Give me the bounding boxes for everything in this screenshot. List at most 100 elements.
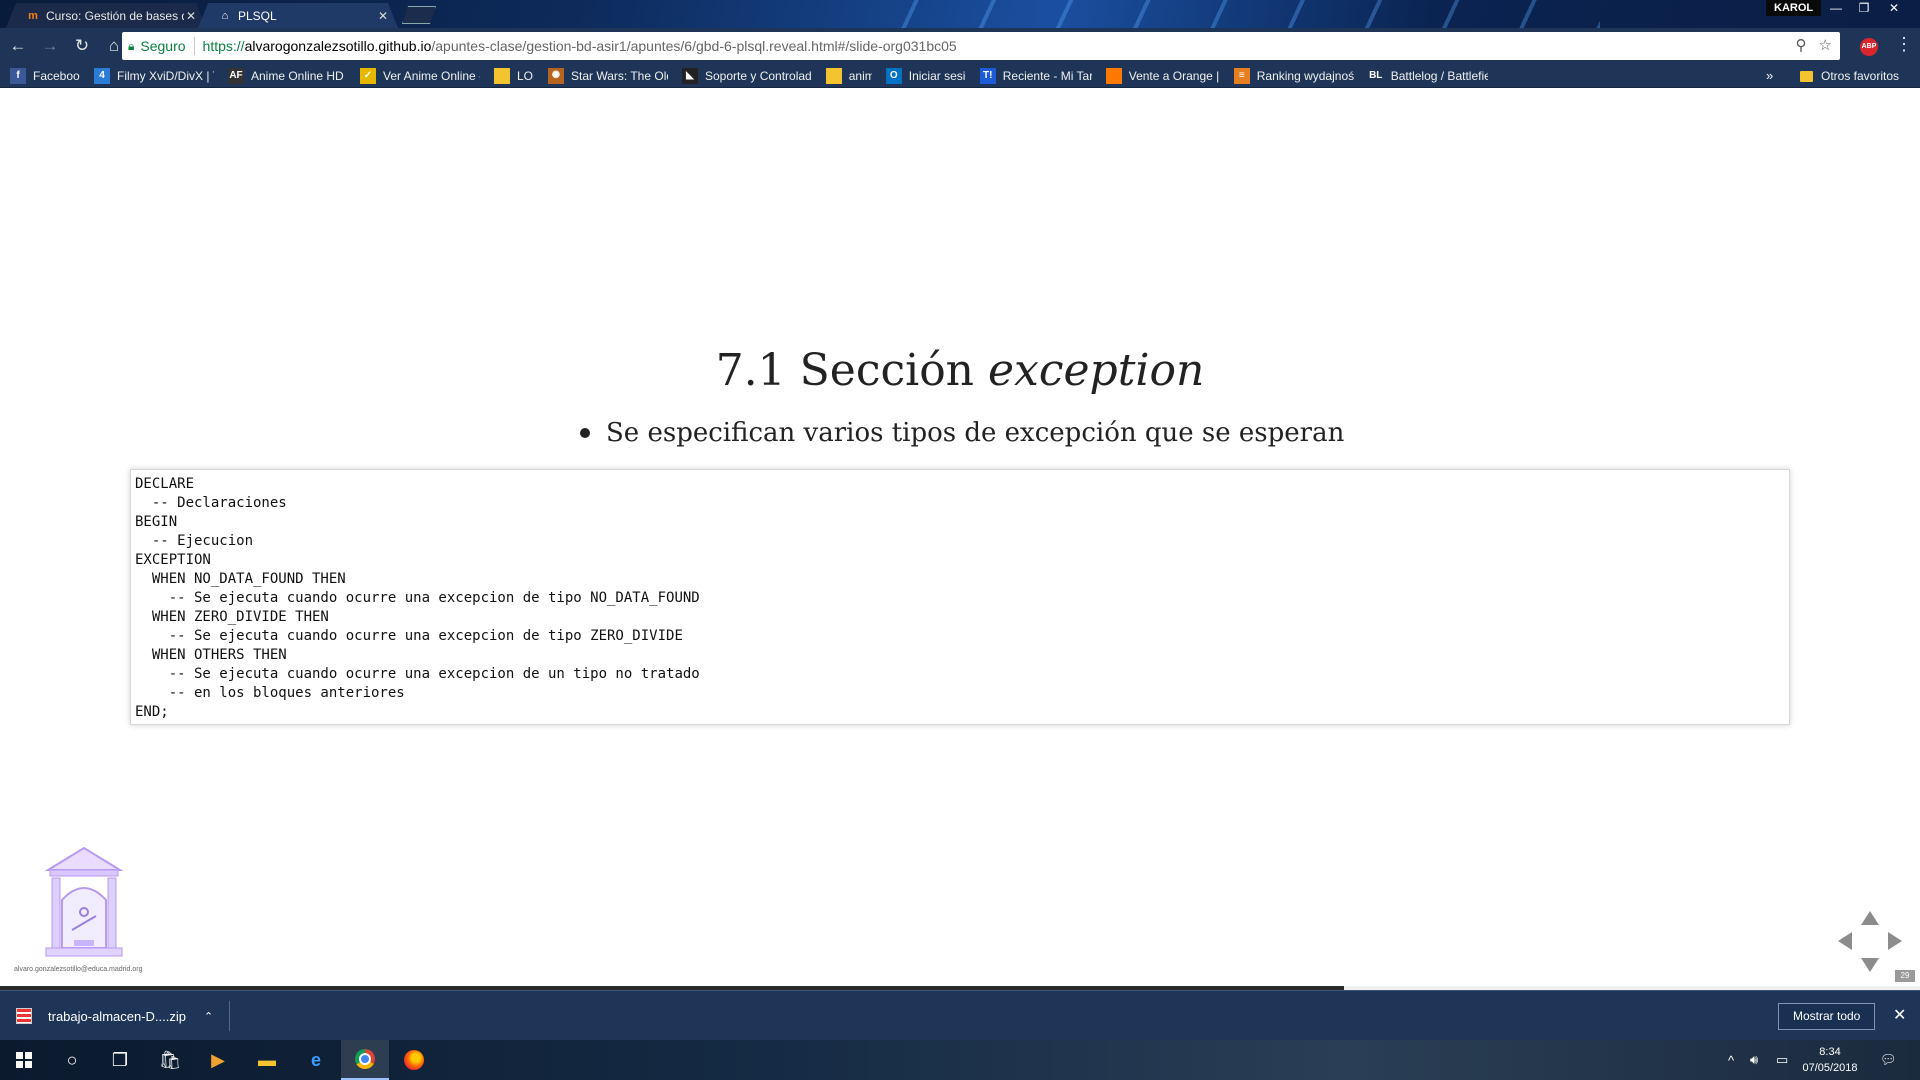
code-line: DECLARE — [135, 476, 195, 492]
new-tab-button[interactable] — [402, 6, 436, 24]
chrome-icon — [355, 1049, 375, 1069]
bookmark-label: Soporte y Controlad — [705, 68, 812, 83]
navigate-up-icon[interactable] — [1861, 911, 1879, 925]
bookmark-item[interactable]: T! Reciente - Mi Taring — [979, 67, 1092, 84]
address-bar[interactable]: 🔒︎ Seguro https://alvarogonzalezsotillo.… — [122, 32, 1840, 60]
code-line: BEGIN — [135, 514, 178, 530]
navigate-right-icon[interactable] — [1888, 932, 1902, 950]
browser-toolbar: ← → ↻ ⌂ 🔒︎ Seguro https://alvarogonzalez… — [0, 28, 1920, 64]
search-button[interactable]: ○ — [48, 1040, 96, 1080]
filmy-icon: 4 — [94, 67, 110, 84]
tab-plsql[interactable]: ⌂ PLSQL ✕ — [198, 3, 398, 28]
clock-date: 07/05/2018 — [1802, 1062, 1858, 1074]
show-all-downloads-button[interactable]: Mostrar todo — [1778, 1003, 1876, 1030]
task-view-button[interactable]: ❐ — [96, 1040, 144, 1080]
media-app[interactable]: ▶ — [194, 1040, 242, 1080]
task-view-icon: ❐ — [111, 1049, 129, 1070]
close-tab-icon[interactable]: ✕ — [376, 9, 390, 23]
bookmark-item[interactable]: O Iniciar sesión — [885, 67, 966, 84]
edge-icon: e — [310, 1049, 321, 1070]
download-file-name: trabajo-almacen-D....zip — [48, 1008, 186, 1024]
bookmark-item[interactable]: 4 Filmy XviD/DivX | To — [94, 67, 214, 84]
other-bookmarks-label: Otros favoritos — [1821, 69, 1900, 83]
code-block: DECLARE -- Declaraciones BEGIN -- Ejecuci… — [130, 469, 1790, 725]
chevron-up-icon[interactable]: ⌃ — [204, 1010, 213, 1023]
school-logo — [44, 846, 124, 957]
slide-title-emphasis: exception — [988, 345, 1205, 396]
bullet-dot-icon — [580, 428, 590, 438]
forward-button[interactable]: → — [36, 32, 64, 60]
url-path: /apuntes-clase/gestion-bd-asir1/apuntes/… — [431, 38, 957, 54]
bookmark-item[interactable]: ◣ Soporte y Controlad — [682, 67, 812, 84]
system-clock[interactable]: 8:34 07/05/2018 — [1800, 1044, 1860, 1076]
bookmark-star-icon[interactable]: ☆ — [1819, 36, 1832, 54]
action-center-icon[interactable]: 💬︎ — [1880, 1040, 1897, 1080]
close-window-button[interactable]: ✕ — [1880, 0, 1908, 16]
navigate-down-icon[interactable] — [1861, 958, 1879, 972]
code-line: -- Ejecucion — [135, 533, 254, 549]
tab-title: Curso: Gestión de bases de datos — [46, 8, 184, 23]
moodle-icon: m — [28, 9, 38, 22]
lock-icon: 🔒︎ — [128, 38, 135, 53]
slide-title-text: 7.1 Sección — [715, 345, 989, 396]
bullet-text: Se especifican varios tipos de excepción… — [606, 418, 1345, 448]
code-line: END; — [135, 704, 169, 720]
download-item[interactable]: trabajo-almacen-D....zip ⌃ — [16, 1003, 213, 1029]
download-shelf: trabajo-almacen-D....zip ⌃ Mostrar todo … — [0, 990, 1920, 1040]
slide-bullet: Se especifican varios tipos de excepción… — [580, 418, 1344, 448]
security-label: Seguro — [140, 38, 186, 54]
windows-logo-icon — [16, 1052, 32, 1068]
bookmark-label: Anime Online HD su — [251, 68, 346, 83]
folder-icon — [825, 67, 842, 84]
bookmark-label: Iniciar sesión — [908, 68, 966, 83]
facebook-icon: f — [10, 67, 26, 84]
bookmark-item[interactable]: ≡ Ranking wydajności — [1233, 67, 1354, 84]
file-explorer-app[interactable]: ▬ — [243, 1040, 291, 1080]
bookmark-item[interactable]: AF Anime Online HD su — [228, 67, 346, 84]
show-hidden-icons[interactable]: ^ — [1728, 1040, 1734, 1080]
zoom-icon[interactable]: ⚲ — [1796, 36, 1807, 54]
store-icon: 🛍︎ — [158, 1049, 182, 1070]
code-line: EXCEPTION — [135, 552, 211, 568]
start-button[interactable] — [0, 1040, 48, 1080]
bookmark-item[interactable]: Vente a Orange | Mo — [1105, 67, 1220, 84]
code-line: WHEN OTHERS THEN — [135, 647, 287, 663]
reload-button[interactable]: ↻ — [68, 32, 96, 60]
profile-button[interactable]: KAROL — [1766, 0, 1822, 16]
bookmark-item[interactable]: anime — [825, 67, 872, 84]
url-host: alvarogonzalezsotillo.github.io — [244, 38, 432, 54]
code-line: -- Se ejecuta cuando ocurre una excepcio… — [135, 628, 683, 644]
code-line: -- Se ejecuta cuando ocurre una excepcio… — [135, 666, 700, 682]
close-tab-icon[interactable]: ✕ — [184, 9, 198, 23]
edge-app[interactable]: e — [292, 1040, 340, 1080]
bookmark-label: Battlelog / Battlefiel — [1390, 68, 1488, 83]
navigate-left-icon[interactable] — [1838, 932, 1852, 950]
bookmarks-overflow-icon[interactable]: » — [1766, 68, 1773, 83]
bookmark-item[interactable]: f Facebook — [10, 67, 80, 84]
back-button[interactable]: ← — [4, 32, 32, 60]
volume-icon[interactable]: 🔊︎ — [1750, 1040, 1758, 1080]
firefox-app[interactable] — [390, 1040, 438, 1080]
bookmark-item[interactable]: BL Battlelog / Battlefiel — [1367, 67, 1488, 84]
close-download-shelf-icon[interactable]: ✕ — [1893, 1005, 1906, 1025]
browser-title-bar: m Curso: Gestión de bases de datos ✕ ⌂ P… — [0, 0, 1920, 28]
bookmark-label: anime — [848, 68, 872, 83]
bookmark-item[interactable]: ✓ Ver Anime Online - t — [360, 67, 480, 84]
adblock-extension-icon[interactable]: ABP — [1860, 38, 1878, 56]
network-icon[interactable]: ▭ — [1776, 1040, 1788, 1080]
ranking-icon: ≡ — [1233, 67, 1250, 84]
minimize-button[interactable]: — — [1822, 0, 1850, 16]
orange-icon — [1105, 67, 1122, 84]
browser-menu-icon[interactable]: ⋮ — [1895, 34, 1913, 55]
bookmark-item[interactable]: LOL — [494, 67, 534, 84]
tab-curso[interactable]: m Curso: Gestión de bases de datos ✕ — [6, 3, 206, 28]
bookmark-label: Filmy XviD/DivX | To — [117, 68, 214, 83]
anime-hd-icon: AF — [228, 67, 244, 84]
code-line: -- en los bloques anteriores — [135, 685, 405, 701]
folder-icon — [1800, 70, 1813, 82]
chrome-app[interactable] — [341, 1040, 389, 1080]
restore-button[interactable]: ❐ — [1850, 0, 1878, 16]
other-bookmarks-folder[interactable]: Otros favoritos — [1800, 64, 1899, 88]
store-app[interactable]: 🛍︎ — [146, 1040, 194, 1080]
bookmark-item[interactable]: ✺ Star Wars: The Old R — [548, 67, 668, 84]
